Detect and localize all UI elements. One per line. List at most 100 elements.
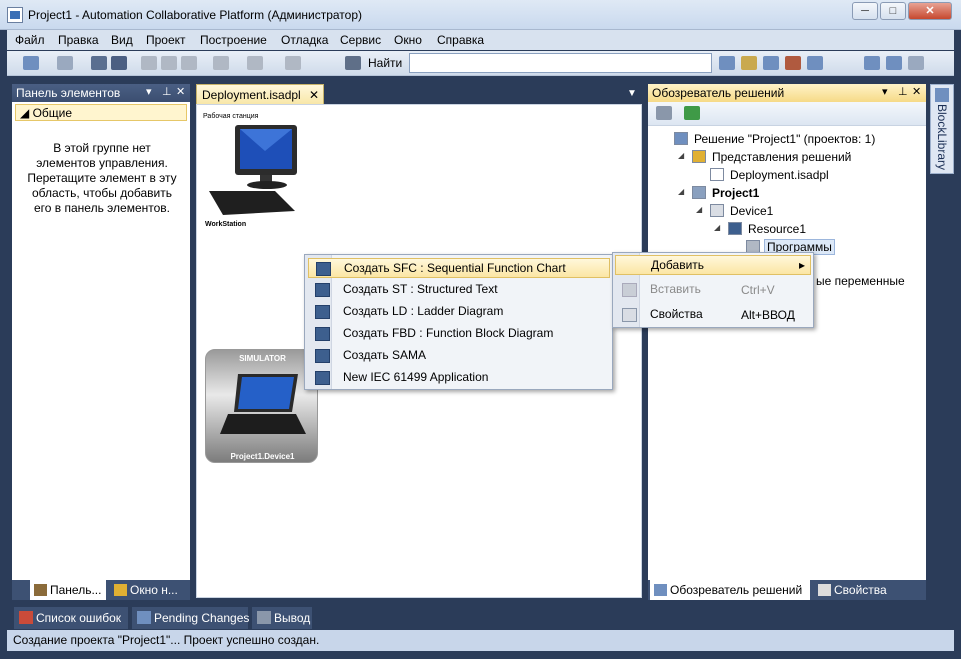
close-button[interactable]: ✕ (908, 2, 952, 20)
toolbox-tabs: Панель... Окно н... (12, 580, 190, 600)
tree-item[interactable]: ◢ Resource1 (648, 220, 926, 238)
menu-create-st-label: Создать ST : Structured Text (343, 282, 498, 296)
menu-tools[interactable]: Сервис (340, 33, 381, 47)
title-bar: Project1 - Automation Collaborative Plat… (0, 0, 961, 30)
tools-icon[interactable] (785, 56, 801, 70)
toolbox-group-general[interactable]: ◢ Общие (15, 104, 187, 121)
status-text: Создание проекта "Project1"... Проект ус… (13, 633, 320, 647)
workstation-label-bottom: WorkStation (205, 221, 247, 228)
menu-create-ld-label: Создать LD : Ladder Diagram (343, 304, 504, 318)
tab-error-list[interactable]: Список ошибок (14, 607, 128, 629)
tab-output[interactable]: Вывод (252, 607, 312, 629)
tab-deployment[interactable]: Deployment.isadpl ✕ (196, 84, 324, 104)
menu-new-iec61499[interactable]: New IEC 61499 Application (308, 368, 610, 388)
explorer-close-icon[interactable]: ✕ (912, 85, 921, 98)
tree-expander-icon[interactable]: ◢ (678, 187, 684, 196)
menu-build[interactable]: Построение (200, 33, 267, 47)
fbd-icon (315, 327, 330, 341)
explorer-pin-icon[interactable]: ⊥ (898, 85, 908, 98)
tab-solution-explorer[interactable]: Обозреватель решений (650, 580, 810, 600)
doc-tab-close-icon[interactable]: ✕ (309, 88, 319, 102)
properties-icon[interactable] (741, 56, 757, 70)
pending-changes-icon (137, 611, 151, 624)
menu-view[interactable]: Вид (111, 33, 133, 47)
tree-expander-icon[interactable]: ◢ (696, 205, 702, 214)
solution-explorer-panel: Обозреватель решений ▾ ⊥ ✕ Решение "Proj… (648, 84, 926, 580)
menu-edit[interactable]: Правка (58, 33, 99, 47)
doc-dropdown-icon[interactable]: ▼ (627, 88, 637, 99)
menu-paste-label: Вставить (650, 282, 701, 296)
object-browser-icon[interactable] (763, 56, 779, 70)
simulator-label-bottom: Project1.Device1 (230, 452, 295, 461)
toolbox-pin-icon[interactable]: ⊥ (162, 85, 172, 98)
layout-icon[interactable] (864, 56, 880, 70)
add-item-icon[interactable] (57, 56, 73, 70)
copy-icon[interactable] (161, 56, 177, 70)
output-icon (257, 611, 271, 624)
redo-icon[interactable] (247, 56, 263, 70)
menu-properties[interactable]: Свойства Alt+ВВОД (615, 305, 811, 325)
tree-item[interactable]: Решение "Project1" (проектов: 1) (648, 130, 926, 148)
save-icon[interactable] (91, 56, 107, 70)
menu-create-st[interactable]: Создать ST : Structured Text (308, 280, 610, 300)
find-input[interactable] (409, 53, 712, 73)
paste-menu-icon (622, 283, 637, 297)
workstation-icon[interactable] (205, 121, 305, 221)
new-project-icon[interactable] (23, 56, 39, 70)
tab-pending-changes[interactable]: Pending Changes (132, 607, 249, 629)
menu-create-sfc[interactable]: Создать SFC : Sequential Function Chart (308, 258, 610, 278)
maximize-button[interactable]: □ (880, 2, 906, 20)
add-submenu: Создать SFC : Sequential Function Chart … (304, 254, 613, 390)
menu-create-ld[interactable]: Создать LD : Ladder Diagram (308, 302, 610, 322)
iec61499-icon (315, 371, 330, 385)
device-icon (710, 204, 724, 217)
menu-file[interactable]: Файл (15, 33, 45, 47)
toolbox-empty-message: В этой группе нет элементов управления. … (27, 141, 177, 215)
tree-item[interactable]: Deployment.isadpl (648, 166, 926, 184)
blocklibrary-icon (935, 88, 949, 102)
refresh-icon[interactable] (684, 106, 700, 120)
align-icon[interactable] (908, 56, 924, 70)
menu-window[interactable]: Окно (394, 33, 422, 47)
toolbox-dropdown-icon[interactable]: ▾ (146, 85, 152, 98)
simulator-device[interactable]: SIMULATOR Project1.Device1 (205, 349, 318, 463)
save-all-icon[interactable] (111, 56, 127, 70)
tree-item[interactable]: ◢ Project1 (648, 184, 926, 202)
windows-icon[interactable] (807, 56, 823, 70)
undo-icon[interactable] (213, 56, 229, 70)
explorer-header: Обозреватель решений ▾ ⊥ ✕ (648, 84, 926, 102)
toolbox-tab-icon (34, 584, 47, 596)
cut-icon[interactable] (141, 56, 157, 70)
submenu-arrow-icon: ▸ (799, 258, 806, 272)
explorer-dropdown-icon[interactable]: ▾ (882, 85, 888, 98)
tree-expander-icon[interactable]: ◢ (714, 223, 720, 232)
grid-icon[interactable] (886, 56, 902, 70)
toolbox-header: Панель элементов ▾ ⊥ ✕ (12, 84, 190, 102)
menu-create-sama[interactable]: Создать SAMA (308, 346, 610, 366)
tree-expander-icon[interactable]: ◢ (678, 151, 684, 160)
sama-icon (315, 349, 330, 363)
menu-project[interactable]: Проект (146, 33, 186, 47)
paste-icon[interactable] (181, 56, 197, 70)
menu-help[interactable]: Справка (437, 33, 484, 47)
toolbox-close-icon[interactable]: ✕ (176, 85, 185, 98)
menu-paste[interactable]: Вставить Ctrl+V (615, 280, 811, 300)
tree-partial-variables[interactable]: ые переменные (816, 274, 905, 292)
menu-add[interactable]: Добавить ▸ (615, 255, 811, 275)
tab-toolbox-label: Панель... (50, 583, 102, 597)
menu-debug[interactable]: Отладка (281, 33, 328, 47)
blocklibrary-label: BlockLibrary (935, 104, 949, 171)
properties-view-icon[interactable] (656, 106, 672, 120)
tree-item[interactable]: ◢ Device1 (648, 202, 926, 220)
menu-create-fbd[interactable]: Создать FBD : Function Block Diagram (308, 324, 610, 344)
explorer-toolbar (648, 102, 926, 126)
tab-toolbox[interactable]: Панель... (30, 580, 106, 600)
find-icon[interactable] (345, 56, 361, 70)
tree-item[interactable]: ◢ Представления решений (648, 148, 926, 166)
navigate-icon[interactable] (285, 56, 301, 70)
minimize-button[interactable]: ─ (852, 2, 878, 20)
tab-other-window[interactable]: Окно н... (110, 580, 190, 600)
tab-properties[interactable]: Свойства (814, 580, 904, 600)
solution-explorer-icon[interactable] (719, 56, 735, 70)
properties-menu-icon (622, 308, 637, 322)
